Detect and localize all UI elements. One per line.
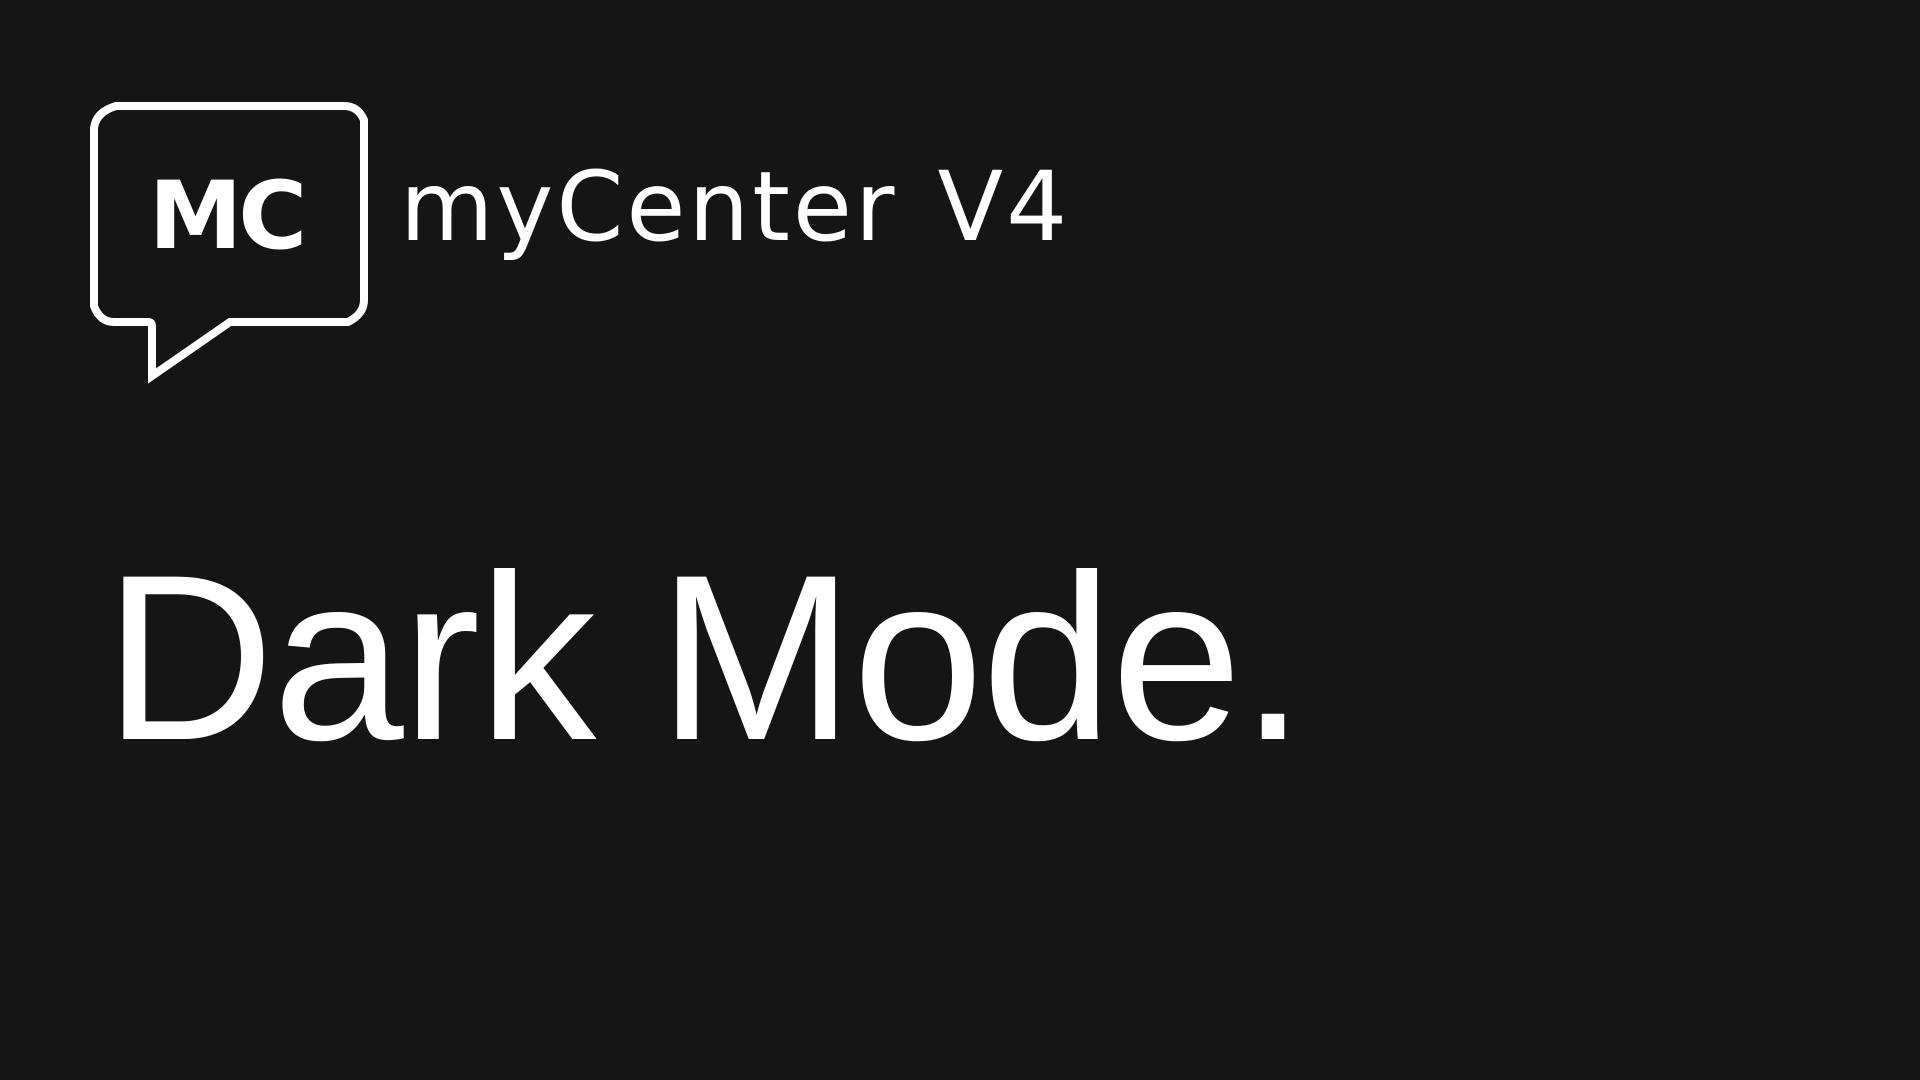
page-title: Dark Mode. — [104, 526, 1306, 790]
app-title: myCenter V4 — [400, 151, 1071, 263]
app-version: V4 — [937, 151, 1071, 263]
logo-initials: MC — [148, 162, 308, 271]
logo-initials-container: MC — [88, 100, 364, 328]
speech-bubble-icon: MC — [88, 100, 384, 390]
app-name: myCenter — [400, 151, 898, 263]
splash-screen: MC myCenter V4 Dark Mode. — [0, 0, 1920, 1080]
